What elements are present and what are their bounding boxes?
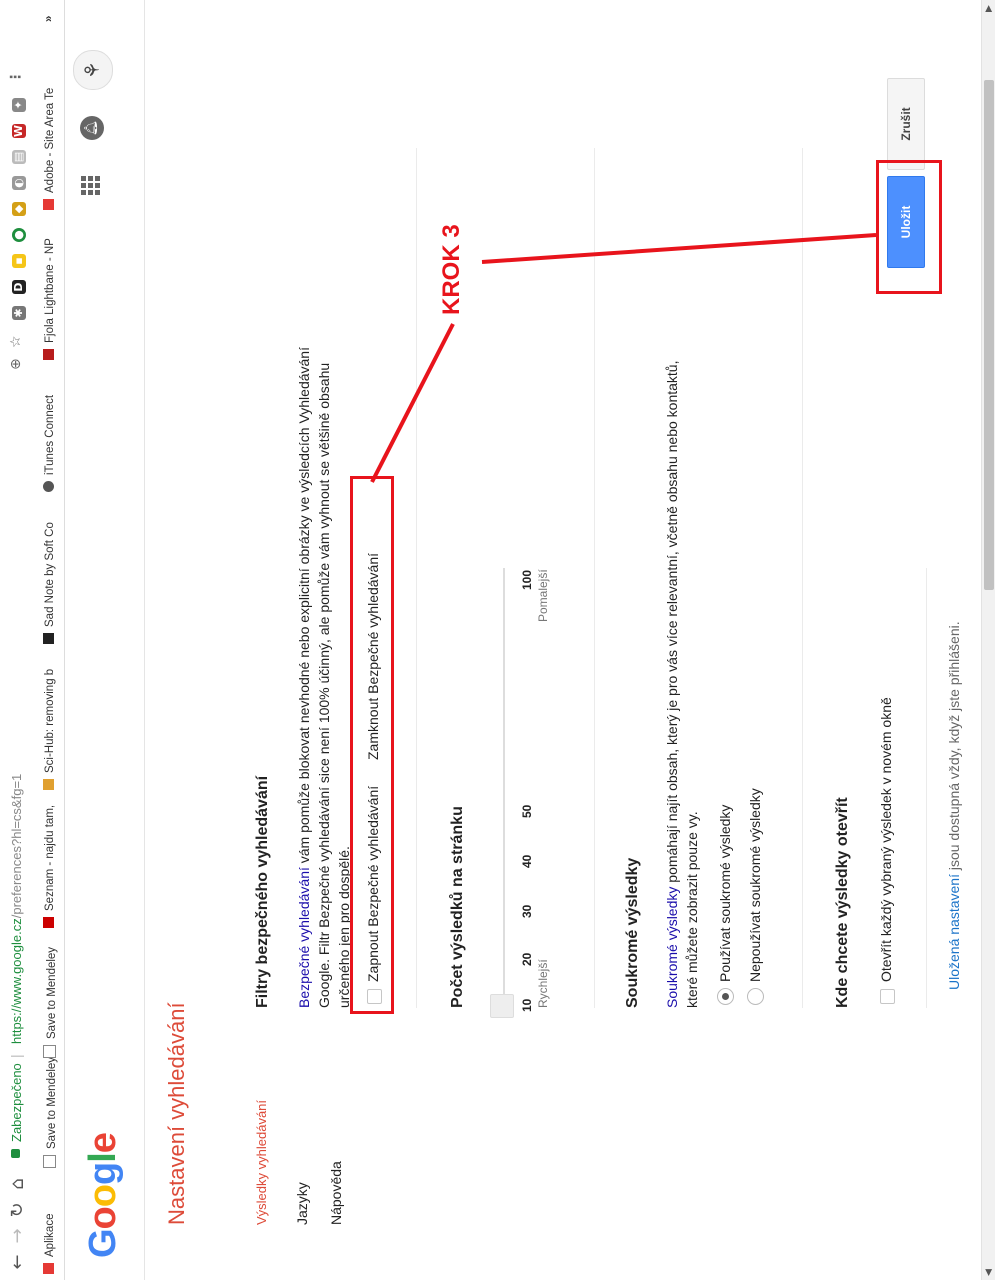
apple-icon xyxy=(43,481,54,492)
bookmark-label: Save to Mendeley xyxy=(46,1056,58,1149)
bookmark-item[interactable]: Fjola Lightbane - NP xyxy=(43,238,56,360)
address-separator: | xyxy=(8,1054,24,1058)
bookmark-label: iTunes Connect xyxy=(44,394,56,475)
adobe-icon xyxy=(43,199,54,210)
bookmark-label: Seznam - najdu tam, xyxy=(44,804,56,911)
scroll-down-arrow-icon[interactable]: ◀ xyxy=(982,1269,995,1276)
extension-note-icon[interactable]: ▪ xyxy=(12,254,26,268)
scrollbar-thumb[interactable] xyxy=(984,80,994,590)
scroll-up-arrow-icon[interactable]: ▶ xyxy=(982,5,995,12)
address-bar[interactable]: Zabezpečeno | https://www.google.cz/pref… xyxy=(4,0,32,1170)
step-label: KROK 3 xyxy=(438,224,465,315)
url-host: https://www.google.cz xyxy=(9,918,24,1044)
bookmarks-bar: Aplikace Save to Mendeley Save to Mendel… xyxy=(36,0,65,1280)
bookmark-item[interactable]: Save to Mendeley xyxy=(43,947,58,1058)
bookmark-label: Fjola Lightbane - NP xyxy=(44,238,56,343)
bookmark-label: Aplikace xyxy=(44,1213,56,1257)
bookmark-label: Sad Note by Soft Co xyxy=(44,522,56,627)
bookmark-item[interactable]: Save to Mendeley xyxy=(43,1057,58,1168)
browser-toolbar: ← → ↻ ⌂ Zabezpečeno | https://www.google… xyxy=(0,0,37,1280)
annotation-line-save xyxy=(481,233,877,264)
bookmark-label: Save to Mendeley xyxy=(46,946,58,1039)
bookmark-item[interactable]: Sad Note by Soft Co xyxy=(43,522,56,644)
seznam-icon xyxy=(43,917,54,928)
extension-gold-icon[interactable]: ◆ xyxy=(12,202,26,216)
zoom-icon[interactable]: ⊕ xyxy=(8,358,24,370)
extension-puzzle-icon[interactable]: ✦ xyxy=(12,98,26,112)
reload-icon[interactable]: ↻ xyxy=(6,1198,30,1222)
star-icon[interactable]: ☆ xyxy=(8,335,24,348)
dragon-icon xyxy=(43,349,54,360)
forward-icon[interactable]: → xyxy=(6,1224,30,1248)
url-path: /preferences?hl=cs&fg=1 xyxy=(9,773,24,919)
bookmark-label: Adobe - Site Area Te xyxy=(44,87,56,193)
extension-d-icon[interactable]: D xyxy=(12,280,26,294)
page-icon xyxy=(43,1155,56,1168)
bookmark-item[interactable]: Aplikace xyxy=(43,1214,56,1274)
more-bookmarks-icon[interactable]: » xyxy=(43,16,55,22)
page-content: Google 🔔︎ ⚘ Nastavení vyhledávání Výsled… xyxy=(64,0,995,1280)
bookmark-item[interactable]: Adobe - Site Area Te xyxy=(43,88,56,210)
lock-icon xyxy=(11,1149,20,1158)
extension-page-icon[interactable]: ▤ xyxy=(12,150,26,164)
rotated-screenshot: ← → ↻ ⌂ Zabezpečeno | https://www.google… xyxy=(0,0,995,1280)
back-icon[interactable]: ← xyxy=(6,1250,30,1274)
bookmark-item[interactable]: iTunes Connect xyxy=(43,395,56,492)
apps-grid-icon xyxy=(43,1263,54,1274)
extension-gray-icon[interactable]: ◐ xyxy=(12,176,26,190)
extension-green-icon[interactable]: ● xyxy=(12,228,26,242)
extension-red-icon[interactable]: W xyxy=(12,124,26,138)
page-icon xyxy=(43,1045,56,1058)
home-icon[interactable]: ⌂ xyxy=(6,1172,30,1196)
scihub-icon xyxy=(43,779,54,790)
annotation-line-checkbox xyxy=(370,323,455,483)
scrollbar[interactable]: ◀ ▶ xyxy=(981,0,995,1280)
extension-bug-icon[interactable]: ✱ xyxy=(12,306,26,320)
annotation-lines xyxy=(370,233,877,483)
bookmark-item[interactable]: Seznam - najdu tam, xyxy=(43,805,56,928)
bookmark-label: Sci-Hub: removing b xyxy=(44,668,56,773)
bookmark-item[interactable]: Sci-Hub: removing b xyxy=(43,669,56,790)
menu-dots-icon[interactable]: ⋮ xyxy=(8,70,24,84)
secure-label: Zabezpečeno xyxy=(9,1063,24,1142)
dots-icon xyxy=(43,633,54,644)
url-text[interactable]: https://www.google.cz/preferences?hl=cs&… xyxy=(9,774,24,1044)
